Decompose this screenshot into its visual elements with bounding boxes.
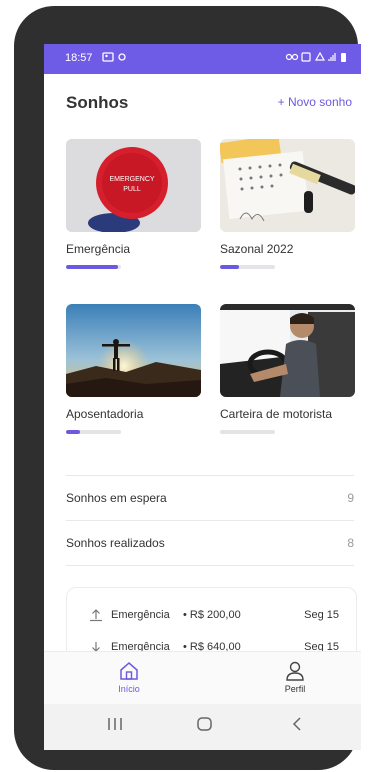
dream-card-aposentadoria[interactable]: Aposentadoria [66, 304, 202, 434]
dream-card-carteira[interactable]: Carteira de motorista [220, 304, 356, 434]
list-item-label: Sonhos realizados [66, 536, 165, 550]
emergency-pull-button-image: EMERGENCY PULL [66, 139, 201, 232]
list-item-waiting[interactable]: Sonhos em espera 9 [66, 475, 354, 520]
dream-progress-fill [66, 430, 80, 434]
recent-apps-icon[interactable] [106, 716, 124, 737]
nav-item-label: Perfil [284, 684, 306, 694]
list-item-label: Sonhos em espera [66, 491, 167, 505]
up-arrow-icon [89, 608, 103, 625]
dream-label: Aposentadoria [66, 407, 144, 421]
home-button-icon[interactable] [196, 716, 214, 737]
dream-card-sazonal[interactable]: Sazonal 2022 [220, 139, 356, 269]
dream-progress-bar [220, 430, 275, 434]
svg-text:EMERGENCY: EMERGENCY [109, 176, 154, 183]
android-navigation-bar [44, 704, 361, 750]
bottom-navigation: Início Perfil [44, 651, 361, 705]
page-title: Sonhos [66, 93, 129, 112]
transaction-amount-value: R$ 200,00 [189, 609, 241, 621]
svg-text:PULL: PULL [123, 186, 141, 193]
person-driving-car-image [220, 304, 355, 397]
person-at-sunset-image [66, 304, 201, 397]
transaction-row[interactable]: Emergência • R$ 200,00 Seg 15 [89, 608, 339, 626]
status-bar: 18:57 [44, 44, 361, 74]
transaction-day: Seg 15 [304, 609, 339, 621]
dream-progress-bar [66, 265, 121, 269]
phone-frame: 18:57 Sonhos + Novo sonho EMERGENCY PULL… [14, 6, 361, 770]
dream-label: Carteira de motorista [220, 407, 333, 421]
app-screen: 18:57 Sonhos + Novo sonho EMERGENCY PULL… [44, 44, 361, 750]
new-dream-button[interactable]: + Novo sonho [278, 95, 352, 109]
calendar-with-pen-image [220, 139, 355, 232]
dream-label: Emergência [66, 242, 131, 256]
nav-item-perfil[interactable]: Perfil [265, 660, 325, 694]
user-icon [265, 660, 325, 684]
dream-progress-fill [220, 265, 240, 269]
dream-card-emergencia[interactable]: EMERGENCY PULL Emergência [66, 139, 202, 269]
nav-item-inicio[interactable]: Início [99, 660, 159, 694]
list-item-achieved[interactable]: Sonhos realizados 8 [66, 520, 354, 566]
transaction-label: Emergência [111, 609, 170, 621]
dream-progress-fill [66, 265, 119, 269]
dream-progress-bar [220, 265, 275, 269]
dream-progress-bar [66, 430, 121, 434]
nav-item-label: Início [118, 684, 140, 694]
notification-icons [102, 51, 130, 66]
system-status-icons [285, 51, 351, 66]
list-item-count: 8 [347, 536, 354, 550]
transaction-amount: • R$ 200,00 [183, 609, 241, 621]
back-icon[interactable] [288, 716, 306, 737]
dream-summary-list: Sonhos em espera 9 Sonhos realizados 8 [66, 475, 354, 566]
dream-label: Sazonal 2022 [220, 242, 294, 256]
status-time: 18:57 [65, 52, 93, 64]
home-icon [99, 660, 159, 684]
list-item-count: 9 [347, 491, 354, 505]
